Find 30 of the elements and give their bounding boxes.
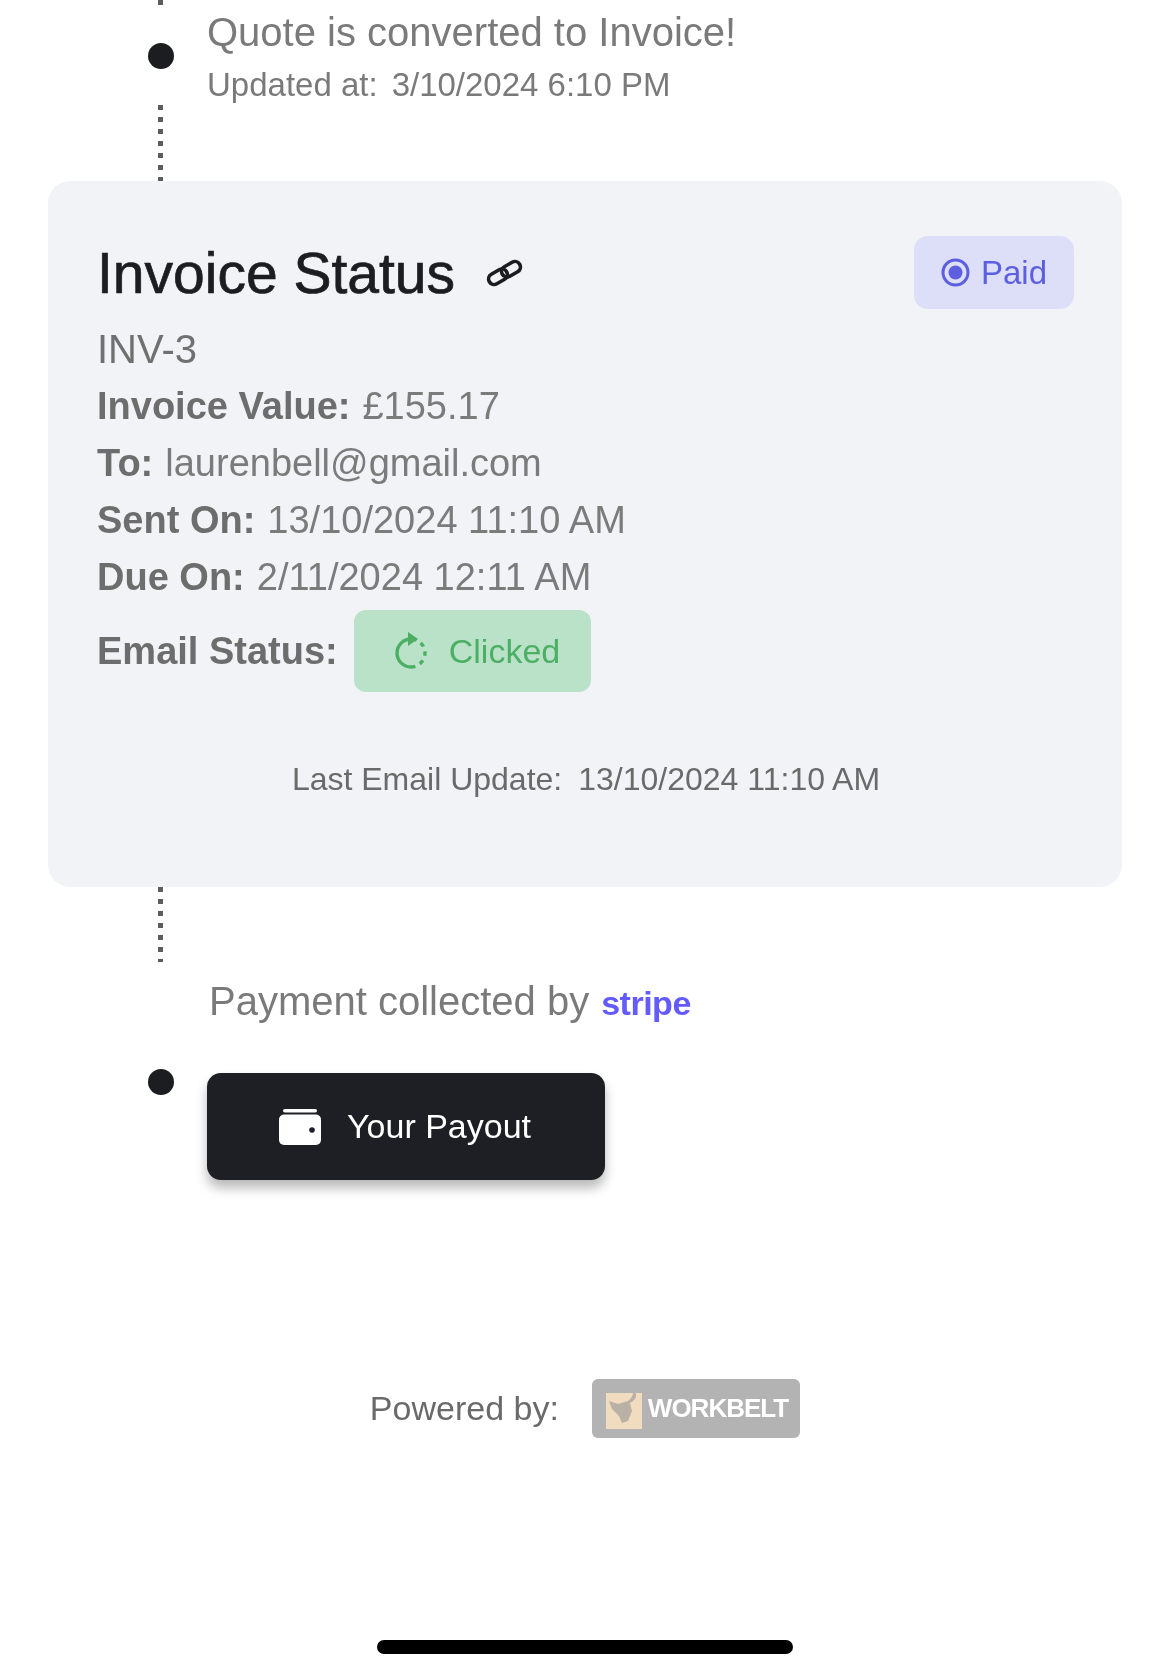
event-title: Quote is converted to Invoice! xyxy=(207,9,737,55)
wallet-icon xyxy=(279,1108,321,1145)
email-status-text: Clicked xyxy=(448,631,561,671)
field-label: Due On: xyxy=(97,555,245,600)
field-value: 2/11/2024 12:11 AM xyxy=(256,555,592,600)
logo-text: WORKBELT xyxy=(647,1393,789,1424)
powered-by-label: Powered by: xyxy=(369,1389,559,1428)
field-label: Email Status: xyxy=(97,629,338,673)
timeline-dot-icon xyxy=(148,1069,174,1095)
field-label: Invoice Value: xyxy=(97,384,351,429)
updated-time: 3/10/2024 6:10 PM xyxy=(391,65,671,105)
field-label: Sent On: xyxy=(97,498,256,543)
timeline-connector xyxy=(158,0,163,8)
last-update-label: Last Email Update: xyxy=(291,760,563,799)
invoice-number: INV-3 xyxy=(97,326,199,373)
bull-icon xyxy=(605,1388,642,1429)
last-update-time: 13/10/2024 11:10 AM xyxy=(578,760,881,799)
field-value: £155.17 xyxy=(362,384,500,429)
field-value: laurenbell@gmail.com xyxy=(165,441,542,486)
circular-arrow-icon xyxy=(392,631,429,671)
payout-button[interactable]: Your Payout xyxy=(207,1073,605,1180)
payment-note: Payment collected by xyxy=(209,978,590,1024)
field-value: 13/10/2024 11:10 AM xyxy=(267,498,626,543)
card-title: Invoice Status xyxy=(97,240,456,305)
timeline-dot-icon xyxy=(148,43,174,69)
stripe-logo: stripe xyxy=(601,983,691,1024)
field-label: To: xyxy=(97,441,154,486)
status-label: Paid xyxy=(980,253,1047,292)
updated-label: Updated at: xyxy=(207,65,378,105)
radio-icon xyxy=(940,258,970,287)
